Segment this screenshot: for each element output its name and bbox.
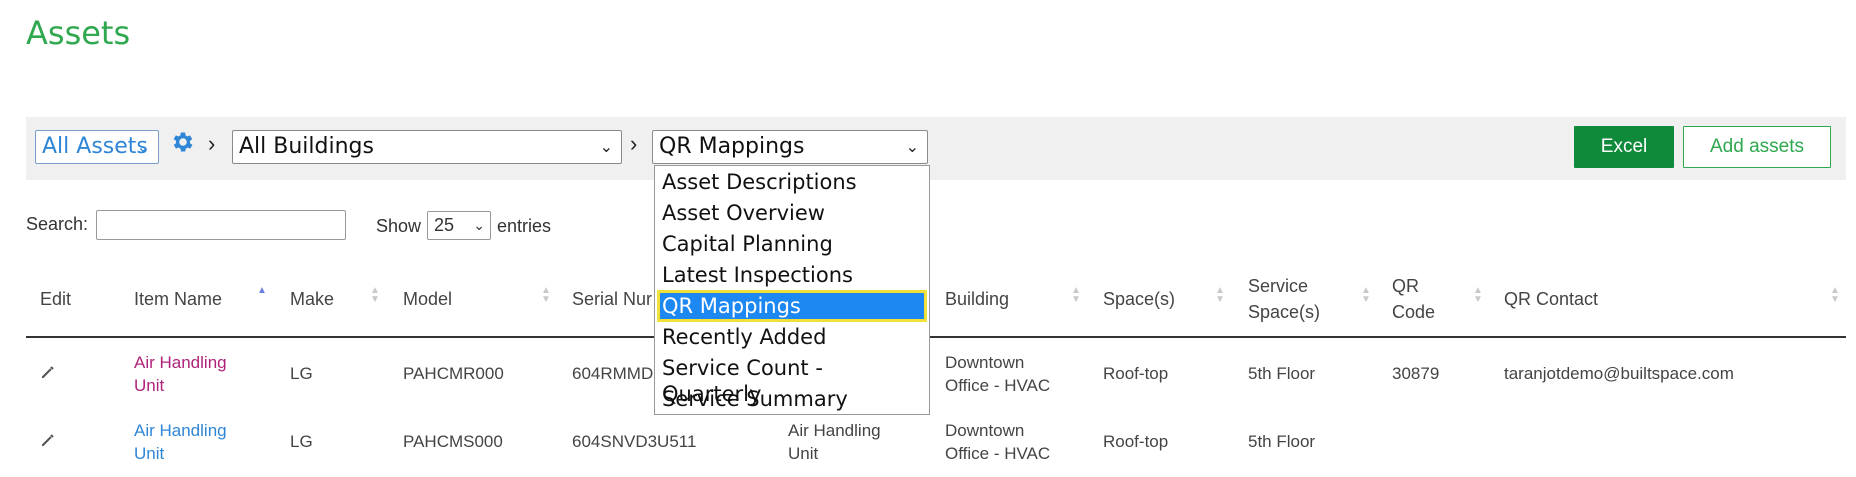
chevron-down-icon: ⌄ — [473, 217, 485, 233]
type-cell: Air Handling — [788, 421, 881, 440]
sort-both-icon[interactable]: ▲ ▼ — [1070, 286, 1082, 305]
report-option-asset-overview[interactable]: Asset Overview — [660, 200, 924, 226]
column-header-qr-code-line2[interactable]: Code — [1392, 299, 1435, 325]
column-header-service-spaces-line1[interactable]: Service — [1248, 273, 1308, 299]
sort-both-icon[interactable]: ▲ ▼ — [1214, 286, 1226, 305]
sort-both-icon[interactable]: ▲ ▼ — [1360, 286, 1372, 305]
building-filter-select[interactable]: All Buildings ⌄ — [232, 130, 622, 164]
qr-contact-cell: taranjotdemo@builtspace.com — [1504, 364, 1734, 383]
table-header-divider — [26, 336, 1846, 338]
make-cell: LG — [290, 432, 313, 451]
column-header-item-name[interactable]: Item Name — [134, 286, 222, 312]
add-assets-button[interactable]: Add assets — [1683, 126, 1831, 168]
service-spaces-cell: 5th Floor — [1248, 432, 1316, 451]
serial-cell: 604SNVD3U511 — [572, 432, 697, 451]
search-input[interactable] — [96, 210, 346, 240]
column-header-edit[interactable]: Edit — [40, 286, 71, 312]
report-option-latest-inspections[interactable]: Latest Inspections — [660, 262, 924, 288]
column-header-qr-code-line1[interactable]: QR — [1392, 273, 1419, 299]
chevron-right-icon: › — [208, 131, 216, 156]
page-title: Assets — [26, 14, 131, 52]
item-name-link[interactable]: Unit — [134, 374, 164, 397]
service-spaces-cell: 5th Floor — [1248, 364, 1316, 383]
column-header-building[interactable]: Building — [945, 286, 1009, 312]
chevron-right-icon: › — [630, 131, 638, 156]
asset-filter-select[interactable]: All Assets ⌄ — [35, 130, 159, 164]
report-view-value: QR Mappings — [659, 134, 805, 159]
chevron-down-icon: ⌄ — [599, 137, 613, 156]
item-name-link[interactable]: Air Handling — [134, 419, 227, 442]
report-option-asset-descriptions[interactable]: Asset Descriptions — [660, 169, 924, 195]
sort-both-icon[interactable]: ▲ ▼ — [1829, 286, 1841, 305]
building-cell: Office - HVAC — [945, 376, 1051, 395]
column-header-make[interactable]: Make — [290, 286, 334, 312]
excel-export-button[interactable]: Excel — [1574, 126, 1674, 168]
gear-icon[interactable] — [170, 129, 196, 155]
item-name-link[interactable]: Unit — [134, 442, 164, 465]
item-name-link[interactable]: Air Handling — [134, 351, 227, 374]
column-header-qr-contact[interactable]: QR Contact — [1504, 286, 1598, 312]
report-option-qr-mappings[interactable]: QR Mappings — [657, 290, 927, 322]
filter-toolbar: All Assets ⌄ › All Buildings ⌄ › QR Mapp… — [26, 117, 1846, 180]
pencil-edit-icon[interactable] — [40, 432, 56, 448]
building-cell: Office - HVAC — [945, 444, 1051, 463]
chevron-down-icon: ⌄ — [905, 137, 919, 156]
qr-code-cell: 30879 — [1392, 364, 1440, 383]
spaces-cell: Roof-top — [1103, 432, 1169, 451]
show-label: Show — [376, 216, 422, 236]
search-label: Search: — [26, 214, 89, 234]
report-option-service-count-quarterly[interactable]: Service Count - Quarterly — [660, 355, 924, 406]
report-option-recently-added[interactable]: Recently Added — [660, 324, 924, 350]
sort-both-icon[interactable]: ▲ ▼ — [540, 286, 552, 305]
column-header-model[interactable]: Model — [403, 286, 452, 312]
model-cell: PAHCMS000 — [403, 432, 503, 451]
column-header-spaces[interactable]: Space(s) — [1103, 286, 1175, 312]
asset-filter-value: All Assets — [42, 134, 148, 159]
sort-both-icon[interactable]: ▲ ▼ — [369, 286, 381, 305]
chevron-down-icon: ⌄ — [136, 137, 150, 156]
building-filter-value: All Buildings — [239, 134, 374, 159]
make-cell: LG — [290, 364, 313, 383]
pencil-edit-icon[interactable] — [40, 364, 56, 380]
sort-both-icon[interactable]: ▲ ▼ — [1472, 286, 1484, 305]
report-option-service-summary[interactable]: Service Summary — [660, 386, 924, 412]
type-cell: Unit — [788, 444, 819, 463]
column-header-service-spaces-line2[interactable]: Space(s) — [1248, 299, 1320, 325]
sort-ascending-icon[interactable]: ▲ — [256, 286, 268, 296]
building-cell: Downtown — [945, 353, 1025, 372]
entries-label: entries — [497, 216, 552, 236]
model-cell: PAHCMR000 — [403, 364, 504, 383]
report-view-dropdown: Asset Descriptions Asset Overview Capita… — [654, 165, 930, 415]
report-option-capital-planning[interactable]: Capital Planning — [660, 231, 924, 257]
page-size-value: 25 — [434, 215, 455, 235]
page-size-select[interactable]: 25 ⌄ — [427, 211, 491, 240]
report-view-select[interactable]: QR Mappings ⌄ — [652, 130, 928, 164]
serial-cell: 604RMMD — [572, 364, 654, 383]
column-header-serial-number[interactable]: Serial Nur — [572, 286, 652, 312]
building-cell: Downtown — [945, 421, 1025, 440]
spaces-cell: Roof-top — [1103, 364, 1169, 383]
